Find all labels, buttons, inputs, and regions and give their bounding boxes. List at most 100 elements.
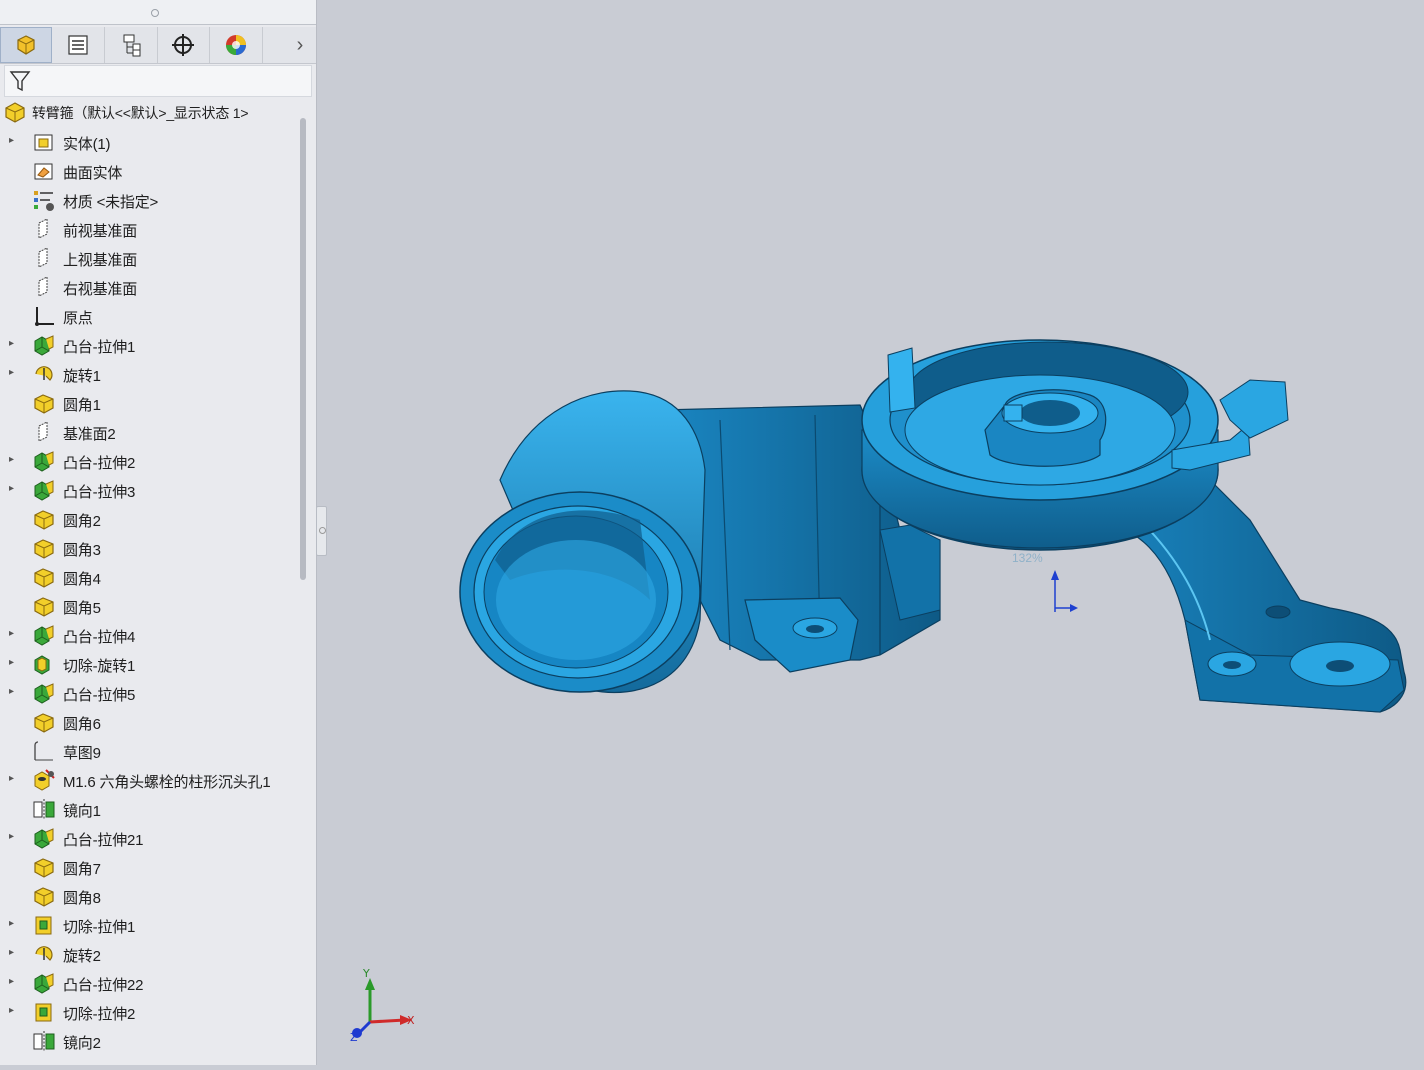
feature-manager-icon [17, 35, 35, 55]
tree-item[interactable]: 圆角6 [0, 708, 293, 737]
expand-arrow-icon[interactable]: ▸ [9, 946, 19, 960]
tree-item-label: 旋转2 [63, 948, 101, 965]
tree-item[interactable]: 原点 [0, 302, 293, 331]
fillet-icon [32, 536, 56, 560]
tree-item[interactable]: 圆角5 [0, 592, 293, 621]
tree-item-label: 前视基准面 [63, 223, 138, 240]
bracket-model[interactable] [459, 339, 1407, 713]
tree-item[interactable]: ▸ 凸台-拉伸2 [0, 447, 293, 476]
tree-item-label: 镜向2 [63, 1035, 101, 1052]
tree-item[interactable]: 圆角8 [0, 882, 293, 911]
tree-item[interactable]: 曲面实体 [0, 157, 293, 186]
configuration-manager-icon [123, 34, 141, 57]
tree-item-label: 上视基准面 [63, 252, 138, 269]
mirror-icon [32, 797, 56, 821]
tree-item[interactable]: 草图9 [0, 737, 293, 766]
expand-arrow-icon[interactable]: ▸ [9, 134, 19, 148]
tree-item[interactable]: ▸ 凸台-拉伸5 [0, 679, 293, 708]
tab-scroll-right-icon[interactable]: › [290, 32, 310, 58]
expand-arrow-icon[interactable]: ▸ [9, 627, 19, 641]
fillet-icon [32, 565, 56, 589]
tree-item-label: 凸台-拉伸3 [63, 484, 136, 501]
tree-item-label: 切除-拉伸2 [63, 1006, 136, 1023]
tree-item[interactable]: 镜向1 [0, 795, 293, 824]
tree-item[interactable]: 圆角4 [0, 563, 293, 592]
tree-item[interactable]: 上视基准面 [0, 244, 293, 273]
tree-item[interactable]: ▸ 旋转2 [0, 940, 293, 969]
tree-root-part[interactable]: 转臂箍（默认<<默认>_显示状态 1> [0, 99, 293, 128]
tree-item[interactable]: 圆角7 [0, 853, 293, 882]
tree-item-label: 旋转1 [63, 368, 101, 385]
tab-configuration-manager[interactable] [105, 27, 158, 63]
cut-extrude-icon [32, 913, 56, 937]
origin-icon [32, 304, 56, 328]
tree-item[interactable]: 右视基准面 [0, 273, 293, 302]
plane-icon [32, 246, 56, 270]
expand-arrow-icon[interactable]: ▸ [9, 975, 19, 989]
zoom-label: 132% [1012, 551, 1043, 565]
tree-item[interactable]: ▸ 切除-旋转1 [0, 650, 293, 679]
tab-display-manager[interactable] [210, 27, 263, 63]
boss-extrude-icon [32, 478, 56, 502]
tree-item[interactable]: 前视基准面 [0, 215, 293, 244]
tree-item-label: 圆角2 [63, 513, 101, 530]
tree-item-label: 凸台-拉伸5 [63, 687, 136, 704]
cut-extrude-icon [32, 1000, 56, 1024]
tree-scrollbar[interactable] [300, 118, 306, 580]
boss-extrude-icon [32, 826, 56, 850]
model-view [352, 339, 1407, 1038]
tab-feature-manager[interactable] [0, 27, 52, 63]
tree-item-label: 草图9 [63, 745, 101, 762]
expand-arrow-icon[interactable]: ▸ [9, 656, 19, 670]
filter-icon[interactable] [9, 69, 31, 93]
tree-item[interactable]: ▸ 凸台-拉伸3 [0, 476, 293, 505]
expand-arrow-icon[interactable]: ▸ [9, 830, 19, 844]
tab-dimxpert[interactable] [157, 27, 210, 63]
tree-item[interactable]: 圆角1 [0, 389, 293, 418]
tree-item[interactable]: ▸ 凸台-拉伸1 [0, 331, 293, 360]
tree-item[interactable]: ▸ 实体(1) [0, 128, 293, 157]
boss-extrude-icon [32, 333, 56, 357]
property-manager-icon [68, 35, 88, 55]
boss-extrude-icon [32, 623, 56, 647]
tree-item-label: M1.6 六角头螺栓的柱形沉头孔1 [63, 774, 271, 791]
expand-arrow-icon[interactable]: ▸ [9, 772, 19, 786]
tree-item[interactable]: 圆角3 [0, 534, 293, 563]
material-icon [32, 188, 56, 212]
plane-icon [32, 217, 56, 241]
tree-item[interactable]: 基准面2 [0, 418, 293, 447]
tree-item[interactable]: 圆角2 [0, 505, 293, 534]
dimxpert-icon [172, 34, 194, 56]
expand-arrow-icon[interactable]: ▸ [9, 1004, 19, 1018]
expand-arrow-icon[interactable]: ▸ [9, 685, 19, 699]
tree-item[interactable]: 材质 <未指定> [0, 186, 293, 215]
graphics-viewport[interactable]: 132% Y X Z [317, 0, 1424, 1065]
boss-extrude-icon [32, 681, 56, 705]
tree-item[interactable]: ▸ M1.6 六角头螺栓的柱形沉头孔1 [0, 766, 293, 795]
tree-item[interactable]: ▸ 凸台-拉伸22 [0, 969, 293, 998]
tree-item-label: 切除-拉伸1 [63, 919, 136, 936]
tab-property-manager[interactable] [52, 27, 105, 63]
tree-item[interactable]: ▸ 切除-拉伸1 [0, 911, 293, 940]
triad-z-label: Z [350, 1031, 358, 1044]
expand-arrow-icon[interactable]: ▸ [9, 366, 19, 380]
panel-grip[interactable] [0, 0, 316, 25]
tree-item[interactable]: ▸ 凸台-拉伸4 [0, 621, 293, 650]
tree-item[interactable]: ▸ 旋转1 [0, 360, 293, 389]
fillet-icon [32, 884, 56, 908]
triad-y-label: Y [363, 967, 370, 980]
sketch-icon [32, 739, 56, 763]
manager-tab-bar: › [0, 27, 316, 64]
tree-filter-bar[interactable] [4, 65, 312, 97]
tree-item[interactable]: ▸ 凸台-拉伸21 [0, 824, 293, 853]
expand-arrow-icon[interactable]: ▸ [9, 482, 19, 496]
expand-arrow-icon[interactable]: ▸ [9, 453, 19, 467]
tree-item[interactable]: 镜向2 [0, 1027, 293, 1056]
expand-arrow-icon[interactable]: ▸ [9, 917, 19, 931]
tree-item-label: 凸台-拉伸21 [63, 832, 144, 849]
fillet-icon [32, 391, 56, 415]
expand-arrow-icon[interactable]: ▸ [9, 337, 19, 351]
axis-triad [352, 978, 412, 1038]
part-icon [2, 99, 26, 123]
tree-item[interactable]: ▸ 切除-拉伸2 [0, 998, 293, 1027]
